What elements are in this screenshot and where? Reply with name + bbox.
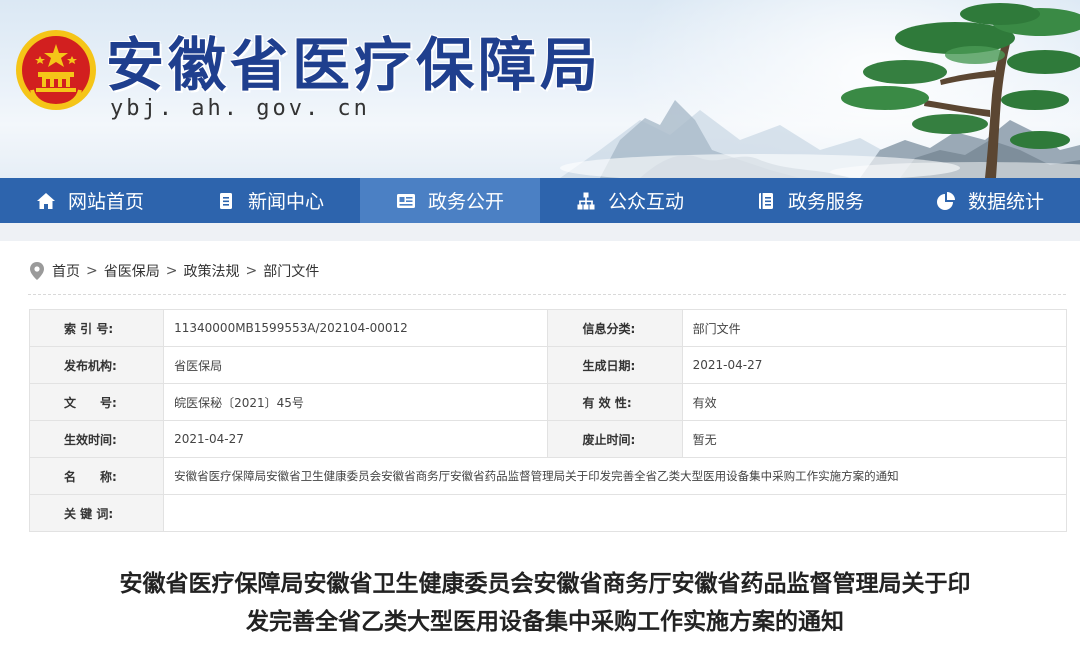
service-book-icon [756, 191, 776, 211]
national-emblem-icon [14, 28, 98, 112]
news-board-icon [396, 191, 416, 211]
repeal-date-label: 废止时间: [547, 420, 683, 458]
location-pin-icon [30, 262, 44, 280]
table-row: 发布机构: 省医保局 生成日期: 2021-04-27 [28, 346, 1068, 384]
nav-item-label: 公众互动 [607, 191, 684, 213]
nav-item-label: 新闻中心 [247, 191, 324, 213]
site-title: 安徽省医疗保障局 [106, 31, 603, 99]
validity-label: 有 效 性: [547, 383, 683, 421]
nav-item-statistics[interactable]: 数据统计 [900, 178, 1080, 223]
breadcrumb-dept-docs[interactable]: 部门文件 [263, 261, 319, 281]
doc-number-label: 文 号: [28, 383, 165, 421]
effective-date-value: 2021-04-27 [163, 420, 549, 458]
content-panel: 首页 > 省医保局 > 政策法规 > 部门文件 索 引 号: 11340000M… [10, 241, 1080, 652]
nav-item-services[interactable]: 政务服务 [720, 178, 900, 223]
validity-value: 有效 [681, 383, 1068, 421]
repeal-date-value: 暂无 [681, 420, 1068, 458]
nav-item-interaction[interactable]: 公众互动 [540, 178, 720, 223]
pie-chart-icon [936, 191, 956, 211]
breadcrumb-separator: > [245, 263, 258, 279]
breadcrumb-provincial-bureau[interactable]: 省医保局 [104, 261, 160, 281]
created-date-value: 2021-04-27 [681, 346, 1068, 384]
document-title-line: 发完善全省乙类大型医用设备集中采购工作实施方案的通知 [246, 609, 844, 635]
publisher-label: 发布机构: [28, 346, 165, 384]
network-icon [576, 191, 596, 211]
divider [28, 294, 1066, 295]
nav-item-label: 网站首页 [67, 191, 144, 213]
nav-item-home[interactable]: 网站首页 [0, 178, 180, 223]
breadcrumb: 首页 > 省医保局 > 政策法规 > 部门文件 [30, 259, 319, 283]
keywords-value [163, 494, 1067, 532]
table-row: 索 引 号: 11340000MB1599553A/202104-00012 信… [28, 309, 1068, 347]
breadcrumb-home[interactable]: 首页 [52, 261, 80, 281]
nav-item-gov-affairs[interactable]: 政务公开 [360, 178, 540, 223]
effective-date-label: 生效时间: [28, 420, 165, 458]
table-row: 生效时间: 2021-04-27 废止时间: 暂无 [28, 420, 1068, 458]
publisher-value: 省医保局 [163, 346, 549, 384]
site-header-banner: 安徽省医疗保障局 ybj. ah. gov. cn [0, 0, 1080, 178]
main-nav: 网站首页 新闻中心 政务公开 公众互动 政务服务 数据统计 [0, 178, 1080, 223]
content-top-gap [0, 223, 1080, 241]
breadcrumb-separator: > [86, 263, 98, 279]
created-date-label: 生成日期: [547, 346, 683, 384]
keywords-label: 关 键 词: [28, 494, 165, 532]
nav-item-label: 政务公开 [427, 191, 504, 213]
breadcrumb-policies[interactable]: 政策法规 [183, 261, 239, 281]
nav-item-label: 数据统计 [967, 191, 1044, 213]
document-title: 安徽省医疗保障局安徽省卫生健康委员会安徽省商务厅安徽省药品监督管理局关于印 发完… [30, 565, 1060, 641]
site-url: ybj. ah. gov. cn [110, 96, 370, 121]
breadcrumb-separator: > [165, 263, 178, 279]
doc-number-value: 皖医保秘〔2021〕45号 [163, 383, 549, 421]
index-label: 索 引 号: [28, 309, 165, 347]
document-title-line: 安徽省医疗保障局安徽省卫生健康委员会安徽省商务厅安徽省药品监督管理局关于印 [119, 571, 971, 597]
table-row: 名 称: 安徽省医疗保障局安徽省卫生健康委员会安徽省商务厅安徽省药品监督管理局关… [28, 457, 1067, 495]
index-value: 11340000MB1599553A/202104-00012 [163, 309, 549, 347]
document-icon [216, 191, 236, 211]
name-label: 名 称: [28, 457, 165, 495]
nav-item-label: 政务服务 [787, 191, 864, 213]
document-info-table: 索 引 号: 11340000MB1599553A/202104-00012 信… [28, 309, 1068, 532]
table-row: 关 键 词: [28, 494, 1067, 532]
table-row: 文 号: 皖医保秘〔2021〕45号 有 效 性: 有效 [28, 383, 1068, 421]
category-label: 信息分类: [547, 309, 683, 347]
home-icon [36, 191, 56, 211]
category-value: 部门文件 [681, 309, 1068, 347]
name-value: 安徽省医疗保障局安徽省卫生健康委员会安徽省商务厅安徽省药品监督管理局关于印发完善… [163, 457, 1067, 495]
nav-item-news[interactable]: 新闻中心 [180, 178, 360, 223]
